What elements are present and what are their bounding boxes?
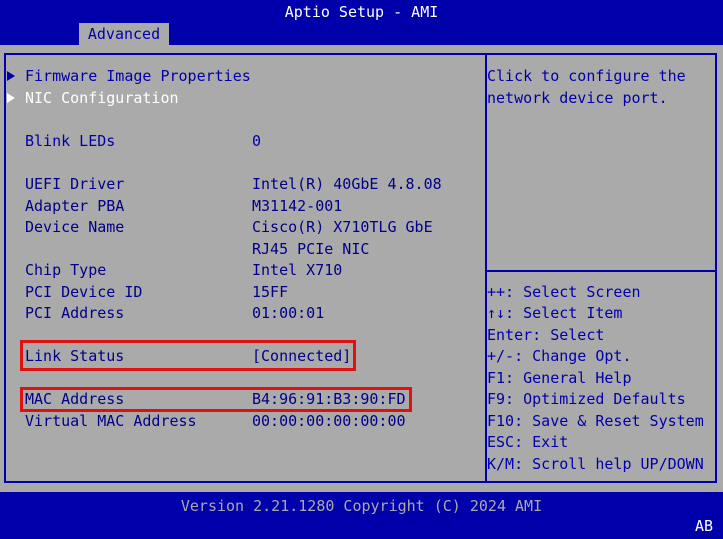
info-value: 01:00:01 — [252, 304, 325, 322]
info-value: Intel X710 — [252, 261, 343, 279]
info-value-continued: RJ45 PCIe NIC — [252, 240, 370, 258]
info-row-pci-device-id: PCI Device ID 15FF — [0, 282, 478, 304]
menu-item-label: NIC Configuration — [25, 89, 179, 107]
info-row-chip-type: Chip Type Intel X710 — [0, 260, 478, 282]
key-help-scroll-help: K/M: Scroll help UP/DOWN — [487, 455, 704, 473]
info-row-mac-address: MAC Address B4:96:91:B3:90:FD — [0, 389, 478, 411]
info-value: Intel(R) 40GbE 4.8.08 — [252, 175, 442, 193]
info-label: Device Name — [25, 218, 125, 236]
main-panel: Firmware Image Properties NIC Configurat… — [0, 45, 723, 492]
info-value: B4:96:91:B3:90:FD — [252, 390, 406, 408]
key-help-select-item: ↑↓: Select Item — [487, 304, 623, 322]
info-label: MAC Address — [25, 390, 125, 408]
submenu-arrow-icon — [7, 93, 15, 103]
bios-setup-window: Aptio Setup - AMI Advanced Firmware Imag… — [0, 0, 723, 539]
info-label: Adapter PBA — [25, 197, 125, 215]
info-row-virtual-mac-address: Virtual MAC Address 00:00:00:00:00:00 — [0, 411, 478, 433]
info-row-link-status: Link Status [Connected] — [0, 346, 478, 368]
key-help-enter: Enter: Select — [487, 326, 605, 344]
help-text-line: network device port. — [487, 89, 668, 107]
info-row-uefi-driver: UEFI Driver Intel(R) 40GbE 4.8.08 — [0, 174, 478, 196]
corner-indicator: AB — [694, 516, 713, 535]
info-label: Virtual MAC Address — [25, 412, 197, 430]
info-value: [Connected] — [252, 347, 352, 365]
info-row-pci-address: PCI Address 01:00:01 — [0, 303, 478, 325]
info-value: 00:00:00:00:00:00 — [252, 412, 406, 430]
info-value: Cisco(R) X710TLG GbE — [252, 218, 433, 236]
help-keys-divider — [487, 270, 715, 272]
key-help-exit: ESC: Exit — [487, 433, 569, 451]
footer-bar: Version 2.21.1280 Copyright (C) 2024 AMI… — [0, 492, 723, 539]
blink-leds-setting[interactable]: Blink LEDs 0 — [0, 131, 478, 153]
info-label: PCI Device ID — [25, 283, 143, 301]
info-row-device-name-cont: RJ45 PCIe NIC — [0, 239, 478, 261]
key-help-change-opt: +/-: Change Opt. — [487, 347, 632, 365]
info-label: Chip Type — [25, 261, 107, 279]
blink-leds-label: Blink LEDs — [25, 132, 116, 150]
blink-leds-value[interactable]: 0 — [252, 131, 261, 153]
key-help-select-screen: ++: Select Screen — [487, 283, 641, 301]
info-label: PCI Address — [25, 304, 125, 322]
info-row-adapter-pba: Adapter PBA M31142-001 — [0, 196, 478, 218]
key-help-optimized-defaults: F9: Optimized Defaults — [487, 390, 686, 408]
help-text-line: Click to configure the — [487, 67, 686, 85]
info-value: 15FF — [252, 283, 289, 301]
version-text: Version 2.21.1280 Copyright (C) 2024 AMI — [180, 497, 543, 515]
info-value: M31142-001 — [252, 197, 343, 215]
menu-item-firmware-image-properties[interactable]: Firmware Image Properties — [0, 66, 478, 88]
key-help-save-reset: F10: Save & Reset System — [487, 412, 704, 430]
app-title: Aptio Setup - AMI — [284, 3, 439, 21]
menu-item-label: Firmware Image Properties — [25, 67, 251, 85]
info-label: UEFI Driver — [25, 175, 125, 193]
info-label: Link Status — [25, 347, 125, 365]
menu-item-nic-configuration[interactable]: NIC Configuration — [0, 88, 478, 110]
key-help-general-help: F1: General Help — [487, 369, 632, 387]
info-row-device-name: Device Name Cisco(R) X710TLG GbE — [0, 217, 478, 239]
submenu-arrow-icon — [7, 71, 15, 81]
tab-advanced[interactable]: Advanced — [79, 23, 169, 45]
